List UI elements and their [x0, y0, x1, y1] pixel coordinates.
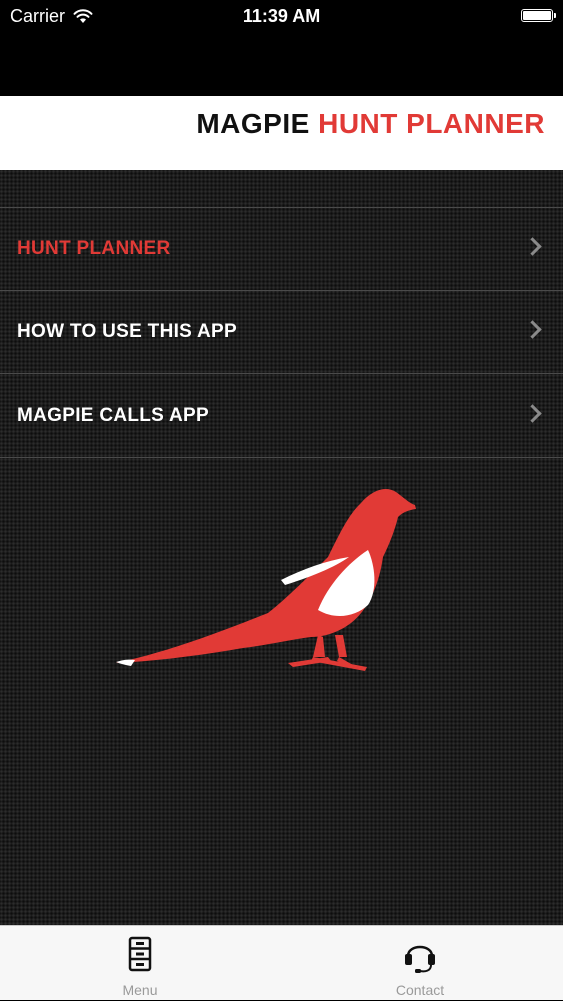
- status-bar: Carrier 11:39 AM: [0, 0, 563, 96]
- headset-icon: [405, 945, 435, 973]
- battery-fill: [523, 11, 551, 20]
- menu-item-magpie-calls-app[interactable]: MAGPIE CALLS APP: [0, 375, 563, 458]
- tab-label-menu: Menu: [122, 982, 158, 998]
- menu-item-how-to-use[interactable]: HOW TO USE THIS APP: [0, 291, 563, 374]
- file-cabinet-icon: [128, 936, 152, 972]
- main-menu-area: HUNT PLANNER HOW TO USE THIS APP MAGPIE …: [0, 170, 563, 925]
- menu-item-label: HOW TO USE THIS APP: [17, 321, 237, 342]
- title-part-hunt-planner: HUNT PLANNER: [318, 108, 545, 139]
- app-header: MAGPIE HUNT PLANNER: [0, 96, 563, 170]
- chevron-right-icon: [523, 320, 542, 339]
- tab-contact[interactable]: Contact: [350, 926, 490, 1001]
- menu-item-hunt-planner[interactable]: HUNT PLANNER: [0, 208, 563, 291]
- chevron-right-icon: [523, 237, 542, 256]
- title-part-magpie: MAGPIE: [196, 108, 310, 139]
- chevron-right-icon: [523, 404, 542, 423]
- menu-item-label: MAGPIE CALLS APP: [17, 405, 209, 426]
- menu-item-label: HUNT PLANNER: [17, 238, 171, 259]
- battery-full-icon: [521, 9, 556, 22]
- tab-bar: Menu Contact: [0, 925, 563, 1000]
- magpie-bird-icon: [116, 489, 416, 671]
- tab-label-contact: Contact: [395, 982, 445, 998]
- page-title: MAGPIE HUNT PLANNER: [196, 108, 545, 140]
- status-time: 11:39 AM: [242, 6, 321, 26]
- tab-menu[interactable]: Menu: [70, 926, 210, 1001]
